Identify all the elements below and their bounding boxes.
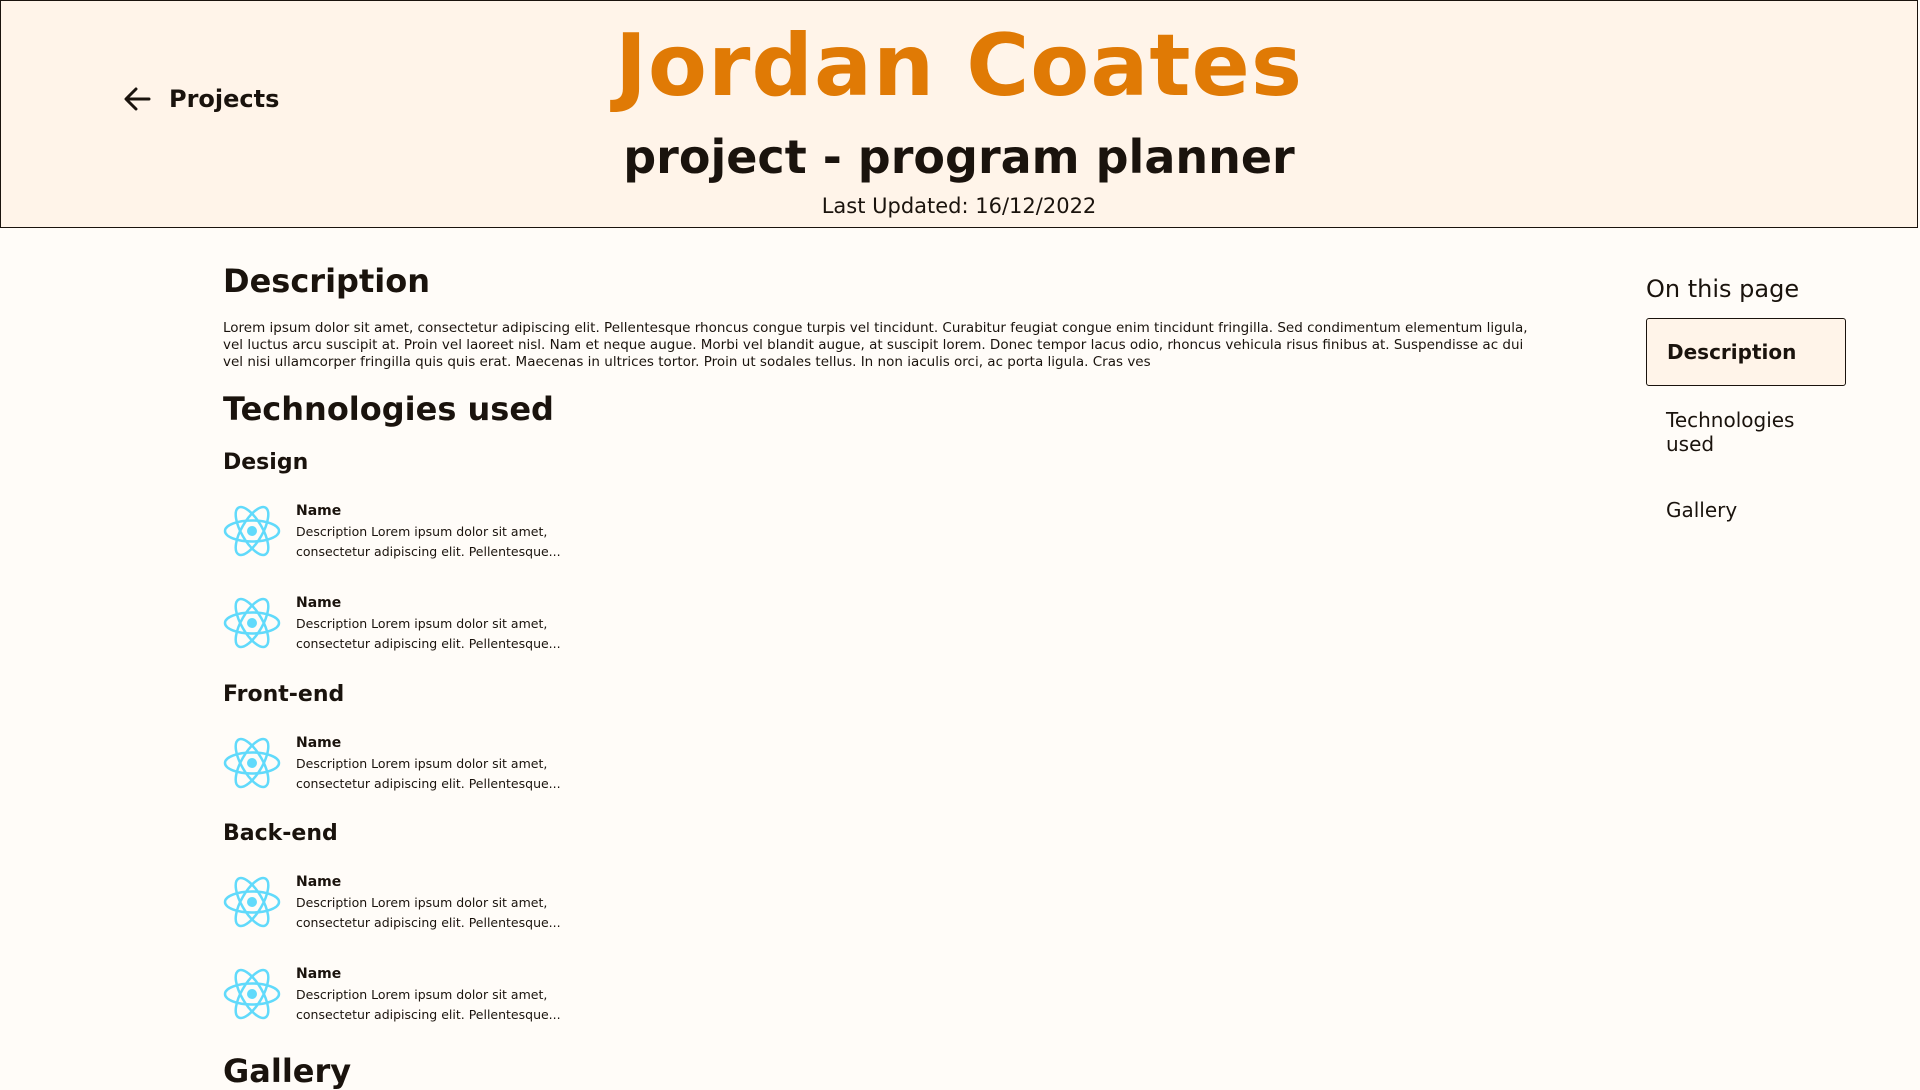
tech-item: Name Description Lorem ipsum dolor sit a… [223, 965, 643, 1025]
tech-item-description: Description Lorem ipsum dolor sit amet, … [296, 616, 561, 651]
toc-item-technologies-used[interactable]: Technologies used [1646, 408, 1846, 456]
page-header: Projects Jordan Coates project - program… [0, 0, 1918, 228]
description-text: Lorem ipsum dolor sit amet, consectetur … [223, 320, 1528, 370]
tech-group-heading-front-end: Front-end [223, 682, 345, 707]
tech-group-heading-design: Design [223, 450, 309, 475]
tech-item: Name Description Lorem ipsum dolor sit a… [223, 734, 643, 794]
tech-item: Name Description Lorem ipsum dolor sit a… [223, 594, 643, 654]
description-heading: Description [223, 262, 430, 300]
react-icon [223, 873, 281, 931]
project-title: project - program planner [623, 130, 1295, 184]
technologies-heading: Technologies used [223, 390, 554, 428]
site-name: Jordan Coates [614, 16, 1304, 116]
toc-heading: On this page [1646, 275, 1800, 303]
main-content: Description Lorem ipsum dolor sit amet, … [223, 262, 1533, 1090]
tech-item-name: Name [296, 595, 342, 611]
tech-item-name: Name [296, 966, 342, 982]
react-icon [223, 965, 281, 1023]
tech-item-name: Name [296, 503, 342, 519]
gallery-heading: Gallery [223, 1052, 352, 1090]
tech-item: Name Description Lorem ipsum dolor sit a… [223, 873, 643, 933]
tech-item-name: Name [296, 874, 342, 890]
tech-group-heading-back-end: Back-end [223, 821, 338, 846]
toc-item-description[interactable]: Description [1646, 318, 1846, 386]
last-updated: Last Updated: 16/12/2022 [821, 194, 1097, 218]
tech-item-name: Name [296, 735, 342, 751]
tech-item-description: Description Lorem ipsum dolor sit amet, … [296, 895, 561, 930]
tech-item: Name Description Lorem ipsum dolor sit a… [223, 502, 643, 562]
tech-item-description: Description Lorem ipsum dolor sit amet, … [296, 524, 561, 559]
react-icon [223, 734, 281, 792]
on-this-page-nav: On this page Description Technologies us… [1646, 274, 1846, 522]
tech-item-description: Description Lorem ipsum dolor sit amet, … [296, 987, 561, 1022]
react-icon [223, 594, 281, 652]
react-icon [223, 502, 281, 560]
tech-item-description: Description Lorem ipsum dolor sit amet, … [296, 756, 561, 791]
toc-item-gallery[interactable]: Gallery [1646, 498, 1846, 522]
